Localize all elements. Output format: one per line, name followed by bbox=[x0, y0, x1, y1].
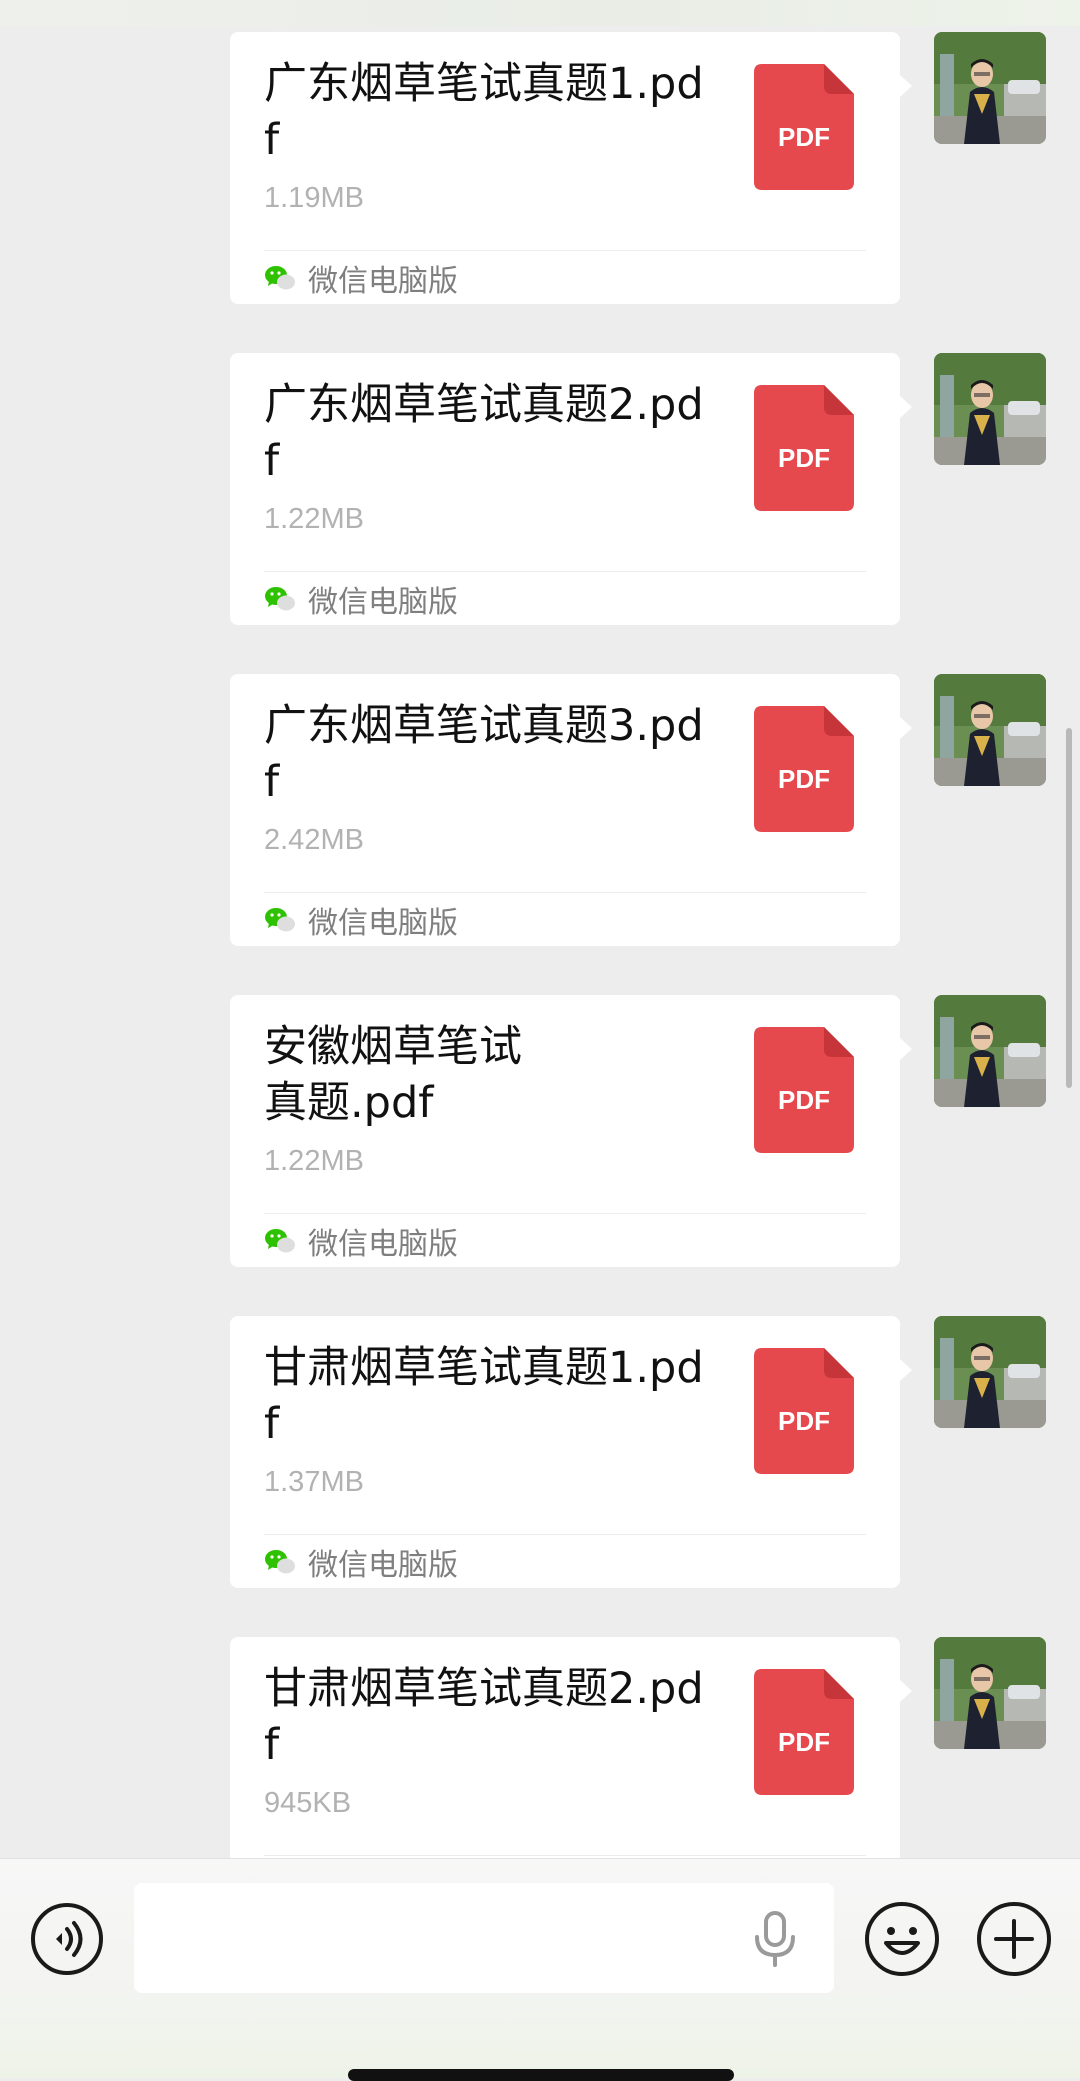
emoji-icon[interactable] bbox=[864, 1901, 940, 1977]
file-name: 广东烟草笔试真题1.pdf bbox=[264, 59, 704, 165]
pdf-file-icon: PDF bbox=[754, 385, 854, 511]
file-message: 甘肃烟草笔试真题1.pdf 1.37MB PDF 微信电脑版 bbox=[0, 1316, 1080, 1588]
file-bubble[interactable]: 广东烟草笔试真题2.pdf 1.22MB PDF 微信电脑版 bbox=[230, 353, 912, 625]
wechat-icon bbox=[265, 587, 295, 611]
file-name: 广东烟草笔试真题3.pdf bbox=[264, 701, 704, 807]
voice-mode-icon[interactable] bbox=[30, 1902, 104, 1976]
source-row: 微信电脑版 bbox=[264, 900, 458, 941]
source-row: 微信电脑版 bbox=[264, 579, 458, 620]
source-label: 微信电脑版 bbox=[308, 906, 458, 941]
file-size: 1.37MB bbox=[264, 1466, 364, 1498]
bubble-divider bbox=[264, 892, 866, 893]
file-size: 2.42MB bbox=[264, 824, 364, 856]
bubble-divider bbox=[264, 571, 866, 572]
pdf-file-icon: PDF bbox=[754, 64, 854, 190]
file-message: 甘肃烟草笔试真题2.pdf 945KB PDF bbox=[0, 1637, 1080, 1858]
pdf-type-label: PDF bbox=[778, 764, 830, 794]
file-size: 1.22MB bbox=[264, 503, 364, 535]
file-name: 安徽烟草笔试真题.pdf bbox=[264, 1022, 522, 1128]
chat-input-bar bbox=[0, 1858, 1080, 2081]
pdf-type-label: PDF bbox=[778, 122, 830, 152]
file-bubble[interactable]: 广东烟草笔试真题3.pdf 2.42MB PDF 微信电脑版 bbox=[230, 674, 912, 946]
pdf-type-label: PDF bbox=[778, 1406, 830, 1436]
sender-avatar[interactable] bbox=[934, 1637, 1046, 1749]
sender-avatar[interactable] bbox=[934, 674, 1046, 786]
file-bubble[interactable]: 安徽烟草笔试真题.pdf 1.22MB PDF 微信电脑版 bbox=[230, 995, 912, 1267]
sender-avatar[interactable] bbox=[934, 32, 1046, 144]
source-row: 微信电脑版 bbox=[264, 1542, 458, 1583]
bubble-divider bbox=[264, 1855, 866, 1856]
message-input[interactable] bbox=[134, 1883, 834, 1993]
source-row: 微信电脑版 bbox=[264, 1221, 458, 1262]
file-size: 945KB bbox=[264, 1787, 352, 1819]
file-name: 甘肃烟草笔试真题1.pdf bbox=[264, 1343, 704, 1449]
wechat-icon bbox=[265, 266, 295, 290]
home-indicator[interactable] bbox=[348, 2069, 734, 2081]
pdf-file-icon: PDF bbox=[754, 1669, 854, 1795]
file-size: 1.19MB bbox=[264, 182, 364, 214]
pdf-file-icon: PDF bbox=[754, 1027, 854, 1153]
file-message: 广东烟草笔试真题3.pdf 2.42MB PDF 微信电脑版 bbox=[0, 674, 1080, 946]
bubble-divider bbox=[264, 1534, 866, 1535]
file-bubble[interactable]: 甘肃烟草笔试真题2.pdf 945KB PDF bbox=[230, 1637, 912, 1858]
source-label: 微信电脑版 bbox=[308, 585, 458, 620]
file-bubble[interactable]: 甘肃烟草笔试真题1.pdf 1.37MB PDF 微信电脑版 bbox=[230, 1316, 912, 1588]
pdf-file-icon: PDF bbox=[754, 706, 854, 832]
plus-icon[interactable] bbox=[976, 1901, 1052, 1977]
file-bubble[interactable]: 广东烟草笔试真题1.pdf 1.19MB PDF 微信电脑版 bbox=[230, 32, 912, 304]
source-label: 微信电脑版 bbox=[308, 1548, 458, 1583]
file-size: 1.22MB bbox=[264, 1145, 364, 1177]
wechat-icon bbox=[265, 908, 295, 932]
file-message: 广东烟草笔试真题1.pdf 1.19MB PDF 微信电脑版 bbox=[0, 32, 1080, 304]
pdf-type-label: PDF bbox=[778, 1085, 830, 1115]
sender-avatar[interactable] bbox=[934, 353, 1046, 465]
pdf-file-icon: PDF bbox=[754, 1348, 854, 1474]
wechat-icon bbox=[265, 1550, 295, 1574]
file-name: 甘肃烟草笔试真题2.pdf bbox=[264, 1664, 704, 1770]
file-message: 安徽烟草笔试真题.pdf 1.22MB PDF 微信电脑版 bbox=[0, 995, 1080, 1267]
pdf-type-label: PDF bbox=[778, 443, 830, 473]
sender-avatar[interactable] bbox=[934, 1316, 1046, 1428]
scrollbar[interactable] bbox=[1066, 728, 1072, 1088]
file-message: 广东烟草笔试真题2.pdf 1.22MB PDF 微信电脑版 bbox=[0, 353, 1080, 625]
source-label: 微信电脑版 bbox=[308, 1227, 458, 1262]
source-label: 微信电脑版 bbox=[308, 264, 458, 299]
source-row: 微信电脑版 bbox=[264, 258, 458, 299]
chat-message-list[interactable]: 广东烟草笔试真题1.pdf 1.19MB PDF 微信电脑版 广东烟草笔试真题2… bbox=[0, 0, 1080, 1858]
sender-avatar[interactable] bbox=[934, 995, 1046, 1107]
pdf-type-label: PDF bbox=[778, 1727, 830, 1757]
file-name: 广东烟草笔试真题2.pdf bbox=[264, 380, 704, 486]
bubble-divider bbox=[264, 250, 866, 251]
wechat-icon bbox=[265, 1229, 295, 1253]
bubble-divider bbox=[264, 1213, 866, 1214]
microphone-icon[interactable] bbox=[752, 1911, 798, 1967]
